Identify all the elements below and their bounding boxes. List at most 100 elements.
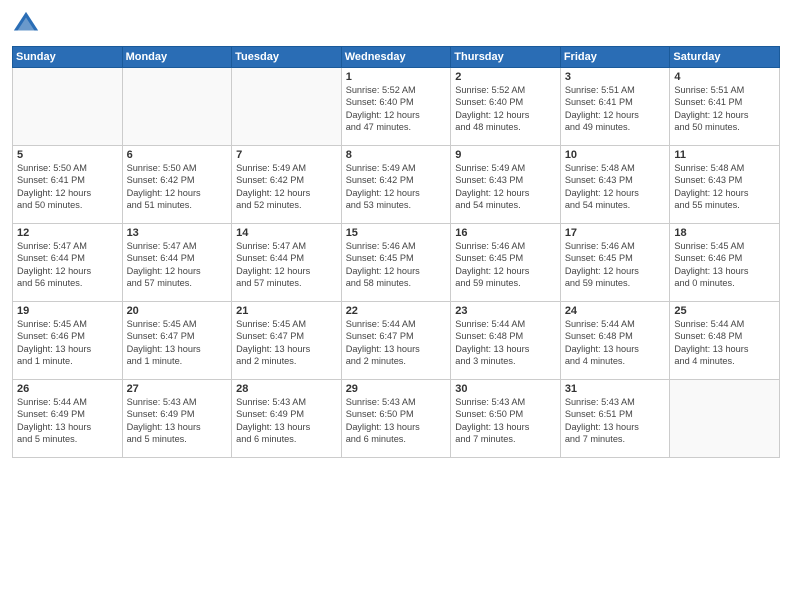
day-number: 11 xyxy=(674,149,775,161)
day-number: 19 xyxy=(17,305,118,317)
day-info: Sunrise: 5:46 AMSunset: 6:45 PMDaylight:… xyxy=(565,240,666,290)
day-info: Sunrise: 5:47 AMSunset: 6:44 PMDaylight:… xyxy=(17,240,118,290)
day-number: 30 xyxy=(455,383,556,395)
calendar-empty xyxy=(670,380,780,458)
day-number: 7 xyxy=(236,149,337,161)
calendar-header-tuesday: Tuesday xyxy=(232,47,342,68)
day-number: 22 xyxy=(346,305,447,317)
day-number: 16 xyxy=(455,227,556,239)
logo xyxy=(12,10,44,38)
day-info: Sunrise: 5:44 AMSunset: 6:49 PMDaylight:… xyxy=(17,396,118,446)
day-info: Sunrise: 5:45 AMSunset: 6:46 PMDaylight:… xyxy=(674,240,775,290)
day-info: Sunrise: 5:44 AMSunset: 6:48 PMDaylight:… xyxy=(565,318,666,368)
calendar-week-4: 26Sunrise: 5:44 AMSunset: 6:49 PMDayligh… xyxy=(13,380,780,458)
day-info: Sunrise: 5:44 AMSunset: 6:48 PMDaylight:… xyxy=(674,318,775,368)
calendar-header-wednesday: Wednesday xyxy=(341,47,451,68)
day-info: Sunrise: 5:43 AMSunset: 6:50 PMDaylight:… xyxy=(346,396,447,446)
day-info: Sunrise: 5:45 AMSunset: 6:47 PMDaylight:… xyxy=(127,318,228,368)
day-number: 27 xyxy=(127,383,228,395)
calendar-day-30: 30Sunrise: 5:43 AMSunset: 6:50 PMDayligh… xyxy=(451,380,561,458)
calendar-day-29: 29Sunrise: 5:43 AMSunset: 6:50 PMDayligh… xyxy=(341,380,451,458)
day-number: 20 xyxy=(127,305,228,317)
day-info: Sunrise: 5:50 AMSunset: 6:42 PMDaylight:… xyxy=(127,162,228,212)
day-number: 14 xyxy=(236,227,337,239)
day-number: 2 xyxy=(455,71,556,83)
calendar-header-saturday: Saturday xyxy=(670,47,780,68)
calendar-header-row: SundayMondayTuesdayWednesdayThursdayFrid… xyxy=(13,47,780,68)
calendar-week-0: 1Sunrise: 5:52 AMSunset: 6:40 PMDaylight… xyxy=(13,68,780,146)
calendar-day-26: 26Sunrise: 5:44 AMSunset: 6:49 PMDayligh… xyxy=(13,380,123,458)
day-info: Sunrise: 5:46 AMSunset: 6:45 PMDaylight:… xyxy=(455,240,556,290)
day-info: Sunrise: 5:43 AMSunset: 6:50 PMDaylight:… xyxy=(455,396,556,446)
calendar-day-8: 8Sunrise: 5:49 AMSunset: 6:42 PMDaylight… xyxy=(341,146,451,224)
day-info: Sunrise: 5:52 AMSunset: 6:40 PMDaylight:… xyxy=(346,84,447,134)
calendar-day-5: 5Sunrise: 5:50 AMSunset: 6:41 PMDaylight… xyxy=(13,146,123,224)
calendar-empty xyxy=(13,68,123,146)
day-info: Sunrise: 5:43 AMSunset: 6:49 PMDaylight:… xyxy=(236,396,337,446)
calendar-day-16: 16Sunrise: 5:46 AMSunset: 6:45 PMDayligh… xyxy=(451,224,561,302)
calendar-day-17: 17Sunrise: 5:46 AMSunset: 6:45 PMDayligh… xyxy=(560,224,670,302)
calendar-day-13: 13Sunrise: 5:47 AMSunset: 6:44 PMDayligh… xyxy=(122,224,232,302)
day-number: 25 xyxy=(674,305,775,317)
day-info: Sunrise: 5:47 AMSunset: 6:44 PMDaylight:… xyxy=(236,240,337,290)
calendar-day-20: 20Sunrise: 5:45 AMSunset: 6:47 PMDayligh… xyxy=(122,302,232,380)
calendar-day-12: 12Sunrise: 5:47 AMSunset: 6:44 PMDayligh… xyxy=(13,224,123,302)
day-info: Sunrise: 5:50 AMSunset: 6:41 PMDaylight:… xyxy=(17,162,118,212)
calendar-day-7: 7Sunrise: 5:49 AMSunset: 6:42 PMDaylight… xyxy=(232,146,342,224)
day-number: 26 xyxy=(17,383,118,395)
day-number: 4 xyxy=(674,71,775,83)
calendar-day-15: 15Sunrise: 5:46 AMSunset: 6:45 PMDayligh… xyxy=(341,224,451,302)
calendar-day-25: 25Sunrise: 5:44 AMSunset: 6:48 PMDayligh… xyxy=(670,302,780,380)
day-number: 8 xyxy=(346,149,447,161)
page: SundayMondayTuesdayWednesdayThursdayFrid… xyxy=(0,0,792,612)
day-info: Sunrise: 5:45 AMSunset: 6:47 PMDaylight:… xyxy=(236,318,337,368)
calendar-day-11: 11Sunrise: 5:48 AMSunset: 6:43 PMDayligh… xyxy=(670,146,780,224)
day-info: Sunrise: 5:49 AMSunset: 6:43 PMDaylight:… xyxy=(455,162,556,212)
day-info: Sunrise: 5:43 AMSunset: 6:49 PMDaylight:… xyxy=(127,396,228,446)
day-info: Sunrise: 5:49 AMSunset: 6:42 PMDaylight:… xyxy=(346,162,447,212)
calendar-day-1: 1Sunrise: 5:52 AMSunset: 6:40 PMDaylight… xyxy=(341,68,451,146)
day-number: 21 xyxy=(236,305,337,317)
calendar-day-10: 10Sunrise: 5:48 AMSunset: 6:43 PMDayligh… xyxy=(560,146,670,224)
calendar-empty xyxy=(232,68,342,146)
calendar-header-friday: Friday xyxy=(560,47,670,68)
day-number: 13 xyxy=(127,227,228,239)
day-number: 29 xyxy=(346,383,447,395)
day-info: Sunrise: 5:49 AMSunset: 6:42 PMDaylight:… xyxy=(236,162,337,212)
calendar-day-23: 23Sunrise: 5:44 AMSunset: 6:48 PMDayligh… xyxy=(451,302,561,380)
calendar-day-31: 31Sunrise: 5:43 AMSunset: 6:51 PMDayligh… xyxy=(560,380,670,458)
day-number: 9 xyxy=(455,149,556,161)
day-info: Sunrise: 5:51 AMSunset: 6:41 PMDaylight:… xyxy=(674,84,775,134)
calendar-day-18: 18Sunrise: 5:45 AMSunset: 6:46 PMDayligh… xyxy=(670,224,780,302)
day-info: Sunrise: 5:47 AMSunset: 6:44 PMDaylight:… xyxy=(127,240,228,290)
day-info: Sunrise: 5:51 AMSunset: 6:41 PMDaylight:… xyxy=(565,84,666,134)
day-number: 10 xyxy=(565,149,666,161)
day-number: 23 xyxy=(455,305,556,317)
day-info: Sunrise: 5:44 AMSunset: 6:47 PMDaylight:… xyxy=(346,318,447,368)
day-info: Sunrise: 5:44 AMSunset: 6:48 PMDaylight:… xyxy=(455,318,556,368)
calendar-day-22: 22Sunrise: 5:44 AMSunset: 6:47 PMDayligh… xyxy=(341,302,451,380)
calendar-header-monday: Monday xyxy=(122,47,232,68)
calendar-week-2: 12Sunrise: 5:47 AMSunset: 6:44 PMDayligh… xyxy=(13,224,780,302)
calendar-header-thursday: Thursday xyxy=(451,47,561,68)
day-number: 28 xyxy=(236,383,337,395)
day-number: 12 xyxy=(17,227,118,239)
calendar-week-1: 5Sunrise: 5:50 AMSunset: 6:41 PMDaylight… xyxy=(13,146,780,224)
calendar-day-2: 2Sunrise: 5:52 AMSunset: 6:40 PMDaylight… xyxy=(451,68,561,146)
day-number: 15 xyxy=(346,227,447,239)
calendar-day-19: 19Sunrise: 5:45 AMSunset: 6:46 PMDayligh… xyxy=(13,302,123,380)
calendar-day-4: 4Sunrise: 5:51 AMSunset: 6:41 PMDaylight… xyxy=(670,68,780,146)
day-info: Sunrise: 5:46 AMSunset: 6:45 PMDaylight:… xyxy=(346,240,447,290)
day-number: 31 xyxy=(565,383,666,395)
calendar-week-3: 19Sunrise: 5:45 AMSunset: 6:46 PMDayligh… xyxy=(13,302,780,380)
calendar-day-24: 24Sunrise: 5:44 AMSunset: 6:48 PMDayligh… xyxy=(560,302,670,380)
day-number: 24 xyxy=(565,305,666,317)
calendar-day-14: 14Sunrise: 5:47 AMSunset: 6:44 PMDayligh… xyxy=(232,224,342,302)
calendar-day-28: 28Sunrise: 5:43 AMSunset: 6:49 PMDayligh… xyxy=(232,380,342,458)
calendar-empty xyxy=(122,68,232,146)
day-number: 3 xyxy=(565,71,666,83)
calendar-day-27: 27Sunrise: 5:43 AMSunset: 6:49 PMDayligh… xyxy=(122,380,232,458)
day-info: Sunrise: 5:43 AMSunset: 6:51 PMDaylight:… xyxy=(565,396,666,446)
calendar-day-9: 9Sunrise: 5:49 AMSunset: 6:43 PMDaylight… xyxy=(451,146,561,224)
day-info: Sunrise: 5:45 AMSunset: 6:46 PMDaylight:… xyxy=(17,318,118,368)
